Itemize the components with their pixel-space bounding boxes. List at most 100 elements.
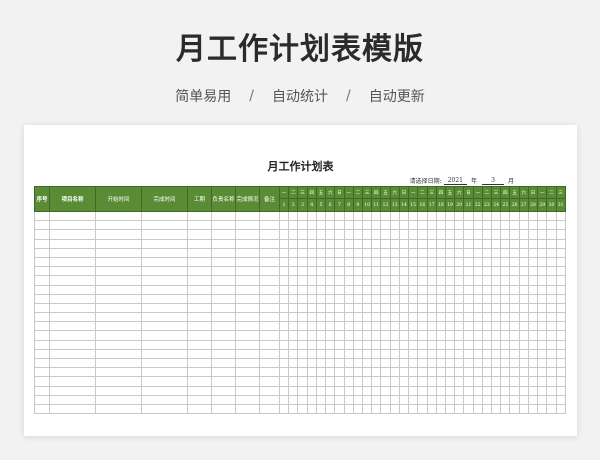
grid-cell[interactable]	[315, 357, 327, 369]
grid-cell[interactable]	[95, 321, 142, 332]
grid-cell[interactable]	[537, 321, 548, 332]
grid-cell[interactable]	[472, 339, 483, 350]
grid-cell[interactable]	[463, 357, 474, 369]
grid-cell[interactable]	[141, 293, 188, 304]
grid-cell[interactable]	[527, 339, 539, 350]
grid-cell[interactable]	[49, 284, 96, 295]
grid-cell[interactable]	[211, 376, 236, 387]
grid-cell[interactable]	[187, 220, 212, 231]
grid-cell[interactable]	[306, 247, 317, 258]
grid-cell[interactable]	[343, 376, 354, 387]
grid-cell[interactable]	[555, 357, 566, 369]
grid-cell[interactable]	[306, 321, 317, 332]
grid-cell[interactable]	[259, 330, 280, 341]
grid-cell[interactable]	[426, 367, 437, 378]
grid-cell[interactable]	[435, 275, 446, 286]
grid-cell[interactable]	[500, 302, 511, 314]
grid-cell[interactable]	[315, 321, 327, 332]
grid-cell[interactable]	[518, 302, 529, 314]
grid-cell[interactable]	[315, 367, 327, 378]
grid-cell[interactable]	[380, 238, 391, 249]
grid-cell[interactable]	[211, 256, 236, 268]
grid-cell[interactable]	[34, 266, 50, 277]
grid-cell[interactable]	[398, 247, 410, 258]
grid-cell[interactable]	[509, 247, 520, 258]
grid-cell[interactable]	[334, 357, 345, 369]
grid-cell[interactable]	[398, 238, 410, 249]
grid-cell[interactable]	[325, 348, 336, 360]
grid-cell[interactable]	[444, 385, 456, 396]
grid-cell[interactable]	[278, 302, 290, 314]
grid-cell[interactable]	[527, 302, 539, 314]
grid-cell[interactable]	[518, 339, 529, 350]
grid-cell[interactable]	[472, 275, 483, 286]
grid-cell[interactable]	[371, 367, 382, 378]
grid-cell[interactable]	[408, 275, 419, 286]
grid-cell[interactable]	[472, 293, 483, 304]
grid-cell[interactable]	[491, 284, 502, 295]
grid-cell[interactable]	[398, 348, 410, 360]
grid-cell[interactable]	[389, 302, 400, 314]
grid-cell[interactable]	[235, 367, 260, 378]
grid-cell[interactable]	[288, 321, 299, 332]
grid-cell[interactable]	[454, 367, 465, 378]
grid-cell[interactable]	[306, 220, 317, 231]
grid-cell[interactable]	[444, 367, 456, 378]
grid-cell[interactable]	[472, 238, 483, 249]
grid-cell[interactable]	[334, 229, 345, 240]
grid-cell[interactable]	[491, 385, 502, 396]
grid-cell[interactable]	[426, 376, 437, 387]
grid-cell[interactable]	[95, 367, 142, 378]
grid-cell[interactable]	[352, 394, 363, 405]
grid-cell[interactable]	[555, 330, 566, 341]
grid-cell[interactable]	[509, 220, 520, 231]
grid-cell[interactable]	[306, 376, 317, 387]
grid-cell[interactable]	[454, 229, 465, 240]
grid-cell[interactable]	[141, 256, 188, 268]
grid-cell[interactable]	[417, 220, 428, 231]
grid-cell[interactable]	[537, 238, 548, 249]
grid-cell[interactable]	[343, 330, 354, 341]
month-field[interactable]: 3	[481, 177, 504, 185]
grid-cell[interactable]	[444, 220, 456, 231]
grid-cell[interactable]	[500, 220, 511, 231]
grid-cell[interactable]	[306, 302, 317, 314]
grid-cell[interactable]	[408, 229, 419, 240]
grid-cell[interactable]	[371, 247, 382, 258]
grid-cell[interactable]	[408, 293, 419, 304]
grid-cell[interactable]	[187, 247, 212, 258]
grid-cell[interactable]	[315, 210, 327, 222]
grid-cell[interactable]	[278, 238, 290, 249]
grid-cell[interactable]	[408, 385, 419, 396]
grid-cell[interactable]	[518, 394, 529, 405]
grid-cell[interactable]	[259, 302, 280, 314]
grid-cell[interactable]	[500, 256, 511, 268]
grid-cell[interactable]	[278, 256, 290, 268]
grid-cell[interactable]	[334, 210, 345, 222]
grid-cell[interactable]	[380, 293, 391, 304]
grid-cell[interactable]	[352, 238, 363, 249]
grid-cell[interactable]	[278, 376, 290, 387]
grid-cell[interactable]	[141, 266, 188, 277]
grid-cell[interactable]	[481, 348, 493, 360]
grid-cell[interactable]	[500, 247, 511, 258]
grid-cell[interactable]	[555, 394, 566, 405]
grid-cell[interactable]	[380, 220, 391, 231]
grid-cell[interactable]	[297, 256, 308, 268]
grid-cell[interactable]	[417, 284, 428, 295]
grid-cell[interactable]	[389, 385, 400, 396]
grid-cell[interactable]	[546, 339, 557, 350]
grid-cell[interactable]	[527, 403, 539, 415]
grid-cell[interactable]	[187, 210, 212, 222]
grid-cell[interactable]	[259, 229, 280, 240]
grid-cell[interactable]	[334, 330, 345, 341]
grid-cell[interactable]	[259, 312, 280, 323]
grid-cell[interactable]	[463, 229, 474, 240]
grid-cell[interactable]	[315, 385, 327, 396]
grid-cell[interactable]	[417, 293, 428, 304]
grid-cell[interactable]	[389, 330, 400, 341]
grid-cell[interactable]	[555, 348, 566, 360]
grid-cell[interactable]	[306, 238, 317, 249]
grid-cell[interactable]	[380, 385, 391, 396]
grid-cell[interactable]	[527, 330, 539, 341]
